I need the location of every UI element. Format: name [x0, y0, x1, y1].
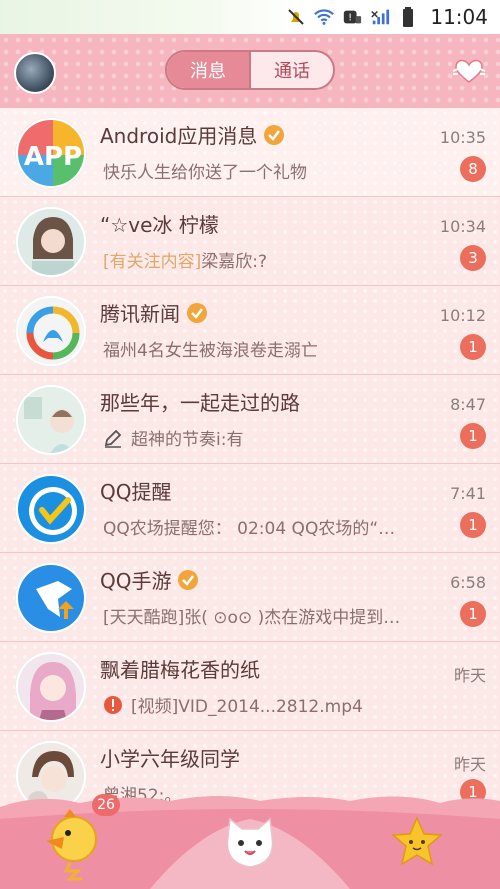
unread-badge: 8 — [460, 156, 486, 182]
status-bar: ! 11:04 — [0, 0, 500, 34]
contacts-tab-cat-icon[interactable] — [222, 815, 278, 871]
unread-badge: 1 — [460, 601, 486, 627]
conversation-name: 小学六年级同学 — [100, 747, 240, 771]
signal-icon — [370, 7, 390, 27]
girl-photo-avatar — [16, 207, 86, 277]
tencent-news-icon — [16, 296, 86, 366]
silent-icon — [286, 7, 306, 27]
alert-icon: ! — [342, 7, 362, 27]
conversation-name: 那些年，一起走过的路 — [100, 391, 300, 415]
conversation-list: APP Android应用消息 快乐人生给你送了一个礼物 10:35 8 “☆v… — [0, 108, 500, 820]
conversation-name: “☆ve冰 柠檬 — [100, 213, 219, 237]
message-time: 10:12 — [439, 306, 486, 325]
tab-messages[interactable]: 消息 — [167, 52, 249, 88]
message-time: 10:35 — [439, 128, 486, 147]
conversation-name: 腾讯新闻 — [100, 302, 180, 326]
message-preview: 超神的节奏i:有 — [131, 430, 244, 450]
tab-calls[interactable]: 通话 — [249, 52, 333, 88]
tab-switcher: 消息 通话 — [165, 50, 335, 90]
unread-badge: 1 — [460, 512, 486, 538]
message-preview: 快乐人生给你送了一个礼物 — [103, 163, 307, 183]
bottom-tab-bar — [0, 789, 500, 889]
conversation-name: QQ手游 — [100, 569, 172, 593]
conversation-row[interactable]: APP Android应用消息 快乐人生给你送了一个礼物 10:35 8 — [0, 108, 500, 197]
error-icon — [104, 695, 122, 714]
status-time: 11:04 — [430, 5, 488, 29]
wifi-icon — [314, 7, 335, 27]
message-time: 昨天 — [453, 755, 486, 774]
unread-badge: 3 — [460, 245, 486, 271]
verified-icon — [178, 569, 199, 590]
heart-icon[interactable] — [452, 58, 486, 84]
conversation-name: Android应用消息 — [100, 124, 258, 148]
follow-tag: [有关注内容] — [103, 252, 202, 272]
conversation-row[interactable]: QQ提醒 QQ农场提醒您： 02:04 QQ农场的“… 7:41 1 — [0, 464, 500, 553]
conversation-name: QQ提醒 — [100, 480, 172, 504]
verified-icon — [187, 302, 207, 323]
conversation-name: 飘着腊梅花香的纸 — [100, 658, 260, 682]
message-preview: 福州4名女生被海浪卷走溺亡 — [103, 341, 318, 361]
battery-icon — [398, 7, 418, 27]
conversation-row[interactable]: 飘着腊梅花香的纸 [视频]VID_2014...2812.mp4 昨天 — [0, 642, 500, 731]
message-time: 昨天 — [453, 666, 486, 685]
unread-badge: 1 — [460, 334, 486, 360]
qq-games-icon — [16, 563, 86, 633]
messages-count-badge: 26 — [92, 794, 120, 816]
message-time: 10:34 — [439, 217, 486, 236]
profile-avatar[interactable] — [14, 52, 56, 94]
message-time: 6:58 — [450, 573, 486, 592]
app-header: 消息 通话 — [0, 34, 500, 108]
message-time: 8:47 — [450, 395, 486, 414]
message-time: 7:41 — [450, 484, 486, 503]
message-preview: [天天酷跑]张( ⊙o⊙ )杰在游戏中提到… — [103, 608, 401, 628]
group-photo-avatar — [16, 385, 86, 455]
app-icon: APP — [16, 118, 86, 188]
pencil-icon — [104, 429, 122, 448]
unread-badge: 1 — [460, 423, 486, 449]
message-preview: QQ农场提醒您： 02:04 QQ农场的“… — [103, 519, 396, 539]
discover-tab-star-icon[interactable] — [390, 815, 444, 869]
qq-reminder-icon — [16, 474, 86, 544]
verified-icon — [264, 124, 285, 145]
message-preview: [视频]VID_2014...2812.mp4 — [131, 697, 363, 717]
conversation-row[interactable]: “☆ve冰 柠檬 [有关注内容]梁嘉欣:? 10:34 3 — [0, 197, 500, 286]
conversation-row[interactable]: 腾讯新闻 福州4名女生被海浪卷走溺亡 10:12 1 — [0, 286, 500, 375]
conversation-row[interactable]: QQ手游 [天天酷跑]张( ⊙o⊙ )杰在游戏中提到… 6:58 1 — [0, 553, 500, 642]
anime-girl-avatar — [16, 652, 86, 722]
messages-tab-duck-icon[interactable] — [40, 807, 110, 887]
svg-text:!: ! — [349, 13, 353, 24]
svg-text:APP: APP — [24, 142, 82, 172]
message-preview: 梁嘉欣:? — [201, 252, 268, 272]
conversation-row[interactable]: 那些年，一起走过的路 超神的节奏i:有 8:47 1 — [0, 375, 500, 464]
